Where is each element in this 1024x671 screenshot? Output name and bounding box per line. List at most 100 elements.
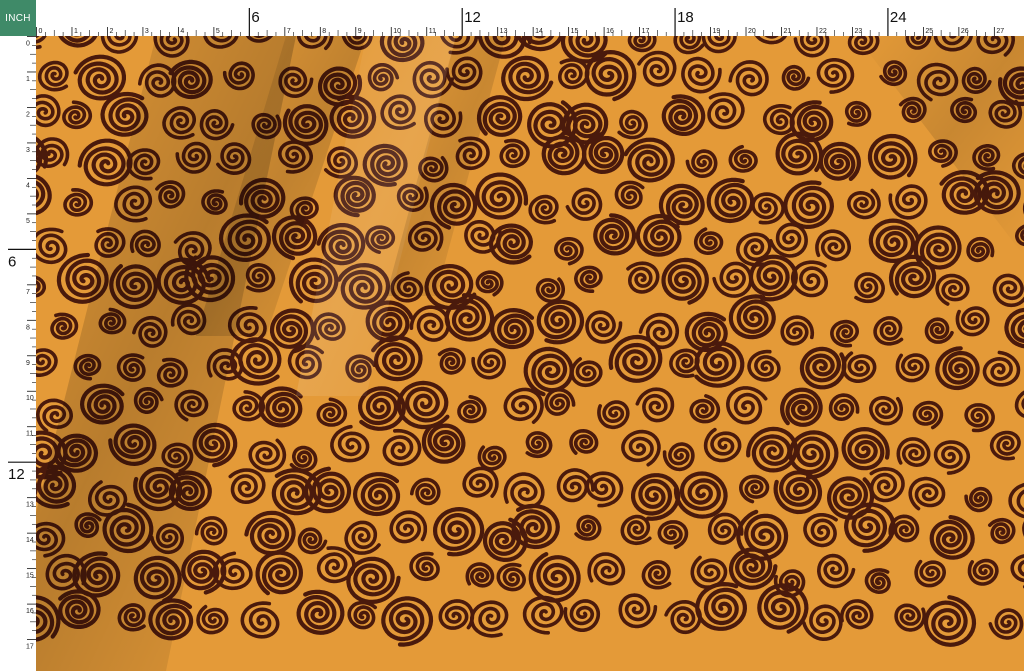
spiral-motif — [828, 393, 860, 421]
spiral-motif — [694, 341, 745, 388]
minor-tick-label: 11 — [26, 431, 33, 438]
spiral-motif — [748, 254, 798, 302]
spiral-motif — [781, 64, 811, 91]
minor-tick-label: 7 — [287, 28, 291, 35]
spiral-motif — [888, 514, 920, 543]
spiral-motif — [73, 54, 126, 101]
spiral-motif — [783, 180, 834, 229]
spiral-motif — [570, 357, 603, 388]
minor-tick-label: 2 — [26, 111, 30, 118]
spiral-motif — [935, 273, 970, 306]
minor-tick-label: 1 — [26, 76, 30, 83]
spiral-motif — [544, 387, 576, 416]
spiral-motif — [496, 562, 526, 592]
spiral-motif — [802, 604, 843, 641]
spiral-motif — [618, 593, 658, 629]
spiral-motif — [728, 547, 778, 590]
spiral-motif — [462, 466, 499, 498]
spiral-motif — [229, 337, 282, 386]
spiral-motif — [894, 603, 926, 632]
spiral-motif — [528, 194, 559, 225]
spiral-motif — [389, 510, 428, 544]
minor-tick-label: 5 — [216, 28, 220, 35]
minor-tick-label: 10 — [26, 395, 34, 402]
spiral-motif — [839, 599, 874, 630]
spiral-motif — [707, 92, 745, 130]
spiral-motif — [924, 317, 954, 344]
spiral-motif — [471, 348, 506, 380]
spiral-motif — [410, 477, 441, 506]
spiral-motif — [560, 36, 608, 64]
spiral-motif — [988, 517, 1016, 545]
spiral-motif — [754, 36, 788, 45]
spiral-motif — [255, 550, 303, 596]
spiral-pattern — [36, 36, 1024, 671]
spiral-motif — [522, 595, 564, 635]
spiral-motif — [623, 137, 675, 183]
spiral-motif — [620, 514, 652, 546]
spiral-motif — [63, 188, 94, 217]
spiral-motif — [751, 192, 785, 225]
spiral-motif — [36, 137, 70, 168]
spiral-motif — [627, 36, 657, 53]
minor-tick-label: 4 — [180, 28, 184, 35]
spiral-motif — [581, 131, 625, 174]
minor-tick-label: 0 — [39, 28, 43, 35]
spiral-motif — [244, 510, 296, 556]
spiral-motif — [614, 180, 645, 210]
spiral-motif — [896, 437, 931, 467]
spiral-motif — [297, 527, 328, 555]
spiral-motif — [382, 428, 422, 467]
spiral-motif — [693, 227, 724, 255]
spiral-motif — [701, 36, 737, 54]
spiral-motif — [475, 172, 529, 220]
minor-tick-label: 9 — [358, 28, 362, 35]
spiral-motif — [775, 131, 824, 176]
spiral-motif — [914, 559, 946, 588]
spiral-motif — [728, 144, 758, 173]
spiral-motif — [574, 514, 602, 541]
spiral-motif — [844, 100, 872, 127]
spiral-motif — [396, 380, 450, 430]
spiral-motif — [541, 130, 587, 176]
major-tick-label: 12 — [464, 9, 481, 26]
spiral-motif — [869, 396, 903, 426]
spiral-motif — [773, 470, 823, 515]
spiral-motif — [631, 473, 681, 521]
spiral-motif — [685, 149, 718, 178]
minor-tick-label: 17 — [26, 644, 34, 651]
spiral-motif — [817, 553, 856, 589]
spiral-motif — [1014, 390, 1024, 418]
spiral-motif — [955, 306, 990, 337]
spiral-motif — [465, 562, 495, 588]
spiral-motif — [36, 94, 61, 128]
spiral-motif — [437, 347, 466, 375]
spiral-motif — [664, 600, 702, 635]
major-tick-label: 6 — [251, 9, 259, 26]
spiral-motif — [511, 503, 560, 550]
minor-tick-label: 27 — [996, 28, 1004, 35]
spiral-motif — [503, 472, 545, 509]
spiral-motif — [703, 427, 742, 463]
spiral-motif — [912, 400, 944, 430]
spiral-motif — [689, 394, 721, 424]
minor-tick-label: 16 — [26, 608, 34, 615]
spiral-motif — [330, 424, 370, 463]
spiral-motif — [847, 188, 881, 220]
spiral-motif — [1010, 554, 1024, 589]
top-ruler: 0 1 2 3 4 5 6 7 8 9 10 11 12 13 14 15 16 17 18 19 20 21 22 23 24… — [36, 0, 1024, 37]
spiral-motif — [304, 466, 352, 514]
spiral-motif — [296, 589, 345, 635]
spiral-motif — [728, 294, 776, 340]
spiral-motif — [228, 468, 266, 504]
minor-tick-label: 11 — [429, 28, 436, 35]
spiral-motif — [353, 472, 401, 517]
spiral-motif — [409, 305, 451, 342]
spiral-motif — [585, 310, 623, 344]
minor-tick-label: 13 — [26, 502, 34, 509]
spiral-motif — [535, 277, 565, 304]
spiral-motif — [895, 353, 930, 383]
spiral-motif — [661, 94, 706, 136]
spiral-motif — [344, 520, 381, 555]
spiral-motif — [194, 516, 228, 546]
